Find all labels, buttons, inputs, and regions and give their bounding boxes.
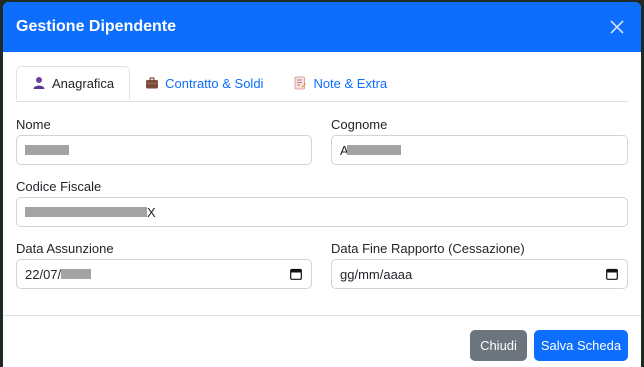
- person-icon: [33, 77, 45, 89]
- tab-bar: Anagrafica Contratto & Soldi Note & Extr…: [16, 66, 628, 102]
- data-assunzione-group: Data Assunzione 22/07/: [16, 241, 312, 289]
- nome-group: Nome: [16, 117, 312, 165]
- tab-label: Note & Extra: [313, 75, 388, 91]
- cognome-group: Cognome A: [331, 117, 628, 165]
- codice-fiscale-label: Codice Fiscale: [16, 179, 102, 194]
- close-button[interactable]: [605, 15, 629, 39]
- data-fine-value: gg/mm/aaaa: [340, 266, 413, 282]
- calendar-icon[interactable]: [290, 268, 302, 280]
- codice-fiscale-group: Codice Fiscale X: [16, 179, 628, 227]
- modal-header: Gestione Dipendente: [3, 2, 641, 52]
- close-button-footer[interactable]: Chiudi: [470, 330, 527, 361]
- modal-footer: Chiudi Salva Scheda: [3, 315, 641, 367]
- calendar-icon[interactable]: [606, 268, 618, 280]
- redacted-value: [25, 207, 147, 217]
- tab-label: Contratto & Soldi: [165, 75, 264, 91]
- codice-fiscale-value: X: [147, 204, 156, 220]
- data-assunzione-input[interactable]: 22/07/: [16, 259, 312, 289]
- tab-note[interactable]: Note & Extra: [278, 66, 402, 100]
- data-assunzione-value: 22/07/: [25, 266, 62, 282]
- close-icon: [610, 20, 624, 34]
- data-fine-input[interactable]: gg/mm/aaaa: [331, 259, 628, 289]
- tab-anagrafica[interactable]: Anagrafica: [16, 66, 131, 100]
- redacted-value: [61, 269, 92, 279]
- tab-contratto[interactable]: Contratto & Soldi: [130, 66, 278, 100]
- data-fine-group: Data Fine Rapporto (Cessazione) gg/mm/aa…: [331, 241, 628, 289]
- nome-label: Nome: [16, 117, 51, 132]
- tab-label: Anagrafica: [52, 75, 115, 91]
- redacted-value: [346, 145, 401, 155]
- cognome-input[interactable]: A: [331, 135, 628, 165]
- modal-title: Gestione Dipendente: [16, 18, 177, 35]
- cognome-label: Cognome: [331, 117, 388, 132]
- memo-icon: [295, 76, 307, 90]
- save-button[interactable]: Salva Scheda: [534, 330, 628, 361]
- codice-fiscale-input[interactable]: X: [16, 197, 628, 227]
- redacted-value: [25, 145, 69, 155]
- employee-modal: Gestione Dipendente Anagrafica Contratto…: [3, 2, 641, 367]
- data-fine-label: Data Fine Rapporto (Cessazione): [331, 241, 525, 256]
- briefcase-icon: [146, 77, 159, 89]
- data-assunzione-label: Data Assunzione: [16, 241, 114, 256]
- nome-input[interactable]: [16, 135, 312, 165]
